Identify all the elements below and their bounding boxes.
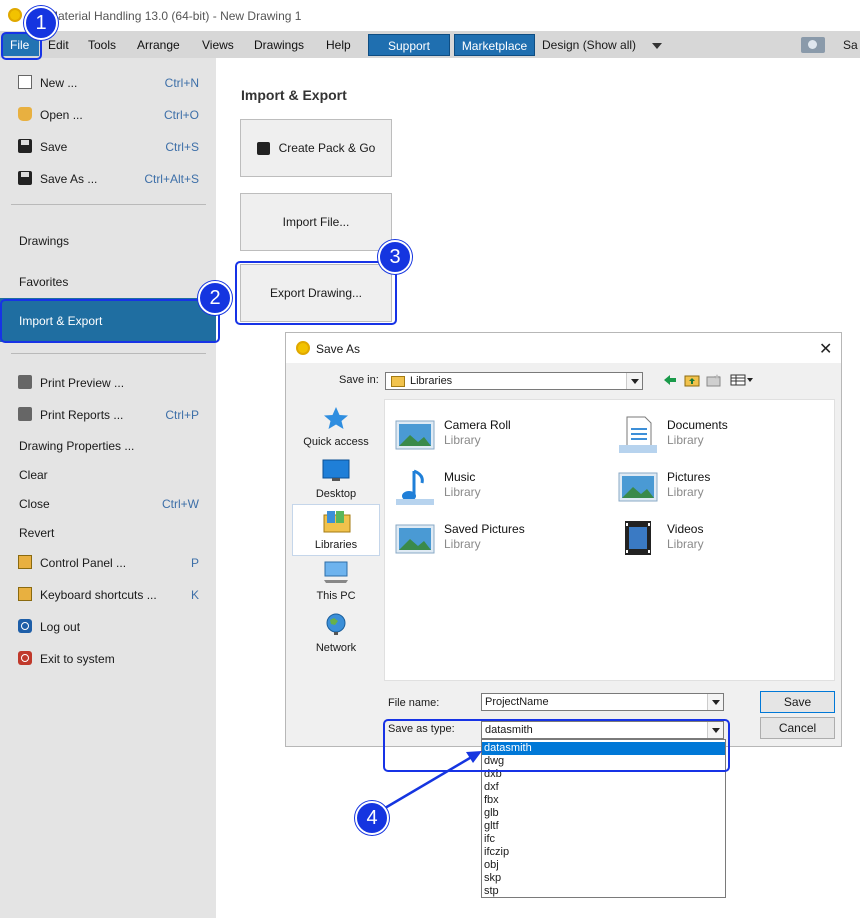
callout-badge-4: 4 [355,801,389,835]
callout-badge-1: 1 [24,6,58,40]
callout-badge-2: 2 [198,281,232,315]
callout-badge-3: 3 [378,240,412,274]
callout-arrow [384,751,482,810]
